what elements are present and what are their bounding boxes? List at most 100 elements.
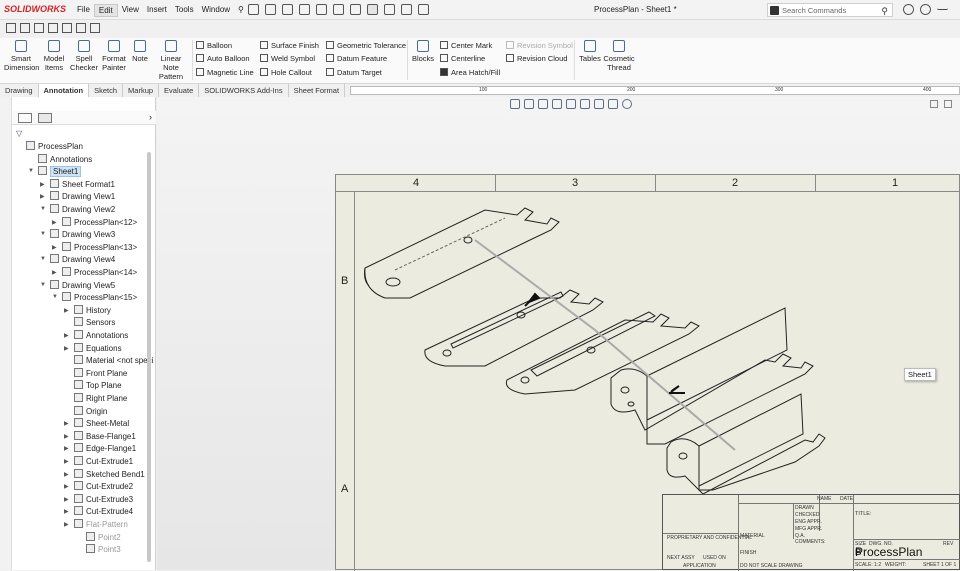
- tree-item[interactable]: ▶ ProcessPlan<14>: [52, 267, 137, 279]
- tree-item[interactable]: ▶ Annotations: [64, 330, 128, 342]
- tree-item[interactable]: Material <not speci: [74, 355, 153, 367]
- hole-callout-button[interactable]: Hole Callout: [260, 68, 312, 77]
- linear-note-pattern-button[interactable]: Linear Note Pattern: [152, 40, 190, 81]
- tree-item[interactable]: ▶ History: [64, 304, 111, 317]
- display-style-icon[interactable]: [594, 99, 604, 109]
- tree-item[interactable]: ▶ Flat-Pattern: [64, 519, 128, 531]
- tree-item[interactable]: ▼ Drawing View4: [40, 254, 115, 266]
- tree-item[interactable]: Annotations: [38, 153, 92, 166]
- cosmetic-thread-button[interactable]: Cosmetic Thread: [602, 40, 636, 72]
- undo-icon[interactable]: [333, 4, 344, 15]
- tree-item[interactable]: ▶ Cut-Extrude2: [64, 481, 133, 493]
- zoom-to-fit-icon[interactable]: [510, 99, 520, 109]
- save-icon[interactable]: [299, 4, 310, 15]
- collapse-arrow-icon[interactable]: ▼: [28, 168, 34, 174]
- blocks-button[interactable]: Blocks: [411, 40, 435, 63]
- section-view-icon[interactable]: [552, 99, 562, 109]
- balloon-button[interactable]: Balloon: [196, 41, 232, 50]
- tree-item[interactable]: ▼ Sheet1: [28, 166, 82, 178]
- expand-arrow-icon[interactable]: ▶: [52, 244, 57, 251]
- tree-item[interactable]: ▶ Equations: [64, 342, 122, 355]
- quick-tool-3-icon[interactable]: [34, 23, 44, 33]
- tree-item[interactable]: ▶ Cut-Extrude1: [64, 456, 133, 468]
- menu-insert[interactable]: Insert: [143, 4, 171, 17]
- collapse-arrow-icon[interactable]: ▼: [40, 282, 46, 288]
- filter-icon[interactable]: ▽: [16, 129, 22, 138]
- note-button[interactable]: Note: [129, 40, 151, 63]
- expand-arrow-icon[interactable]: ▶: [64, 521, 69, 528]
- tree-item[interactable]: ▶ Drawing View1: [40, 191, 115, 203]
- tree-item[interactable]: ▼ Drawing View2: [40, 204, 115, 216]
- weld-symbol-button[interactable]: Weld Symbol: [260, 54, 315, 63]
- open-icon[interactable]: [282, 4, 293, 15]
- expand-arrow-icon[interactable]: ▶: [64, 508, 69, 515]
- tree-item[interactable]: ▶ Sketched Bend1: [64, 468, 145, 481]
- tree-item[interactable]: ProcessPlan: [26, 141, 83, 153]
- tab-evaluate[interactable]: Evaluate: [159, 84, 200, 97]
- geometric-tolerance-button[interactable]: Geometric Tolerance: [326, 41, 406, 50]
- quick-tool-4-icon[interactable]: [48, 23, 58, 33]
- minimize-icon[interactable]: [937, 4, 948, 10]
- spell-checker-button[interactable]: Spell Checker: [69, 40, 99, 72]
- tree-item[interactable]: Sensors: [74, 317, 115, 329]
- quick-tool-5-icon[interactable]: [62, 23, 72, 33]
- tree-item[interactable]: ▶ Cut-Extrude3: [64, 493, 133, 506]
- tree-item[interactable]: Origin: [74, 405, 107, 418]
- collapse-arrow-icon[interactable]: ▼: [40, 256, 46, 262]
- collapse-arrow-icon[interactable]: ▼: [40, 206, 46, 212]
- revision-cloud-button[interactable]: Revision Cloud: [506, 54, 567, 63]
- new-document-icon[interactable]: [265, 4, 276, 15]
- surface-finish-button[interactable]: Surface Finish: [260, 41, 319, 50]
- tree-item[interactable]: Front Plane: [74, 367, 127, 380]
- tree-item[interactable]: Top Plane: [74, 380, 122, 392]
- tab-markup[interactable]: Markup: [123, 84, 160, 97]
- expand-arrow-icon[interactable]: ▶: [64, 307, 69, 314]
- property-manager-tab-icon[interactable]: [38, 113, 52, 123]
- maximize-window-icon[interactable]: [944, 100, 952, 108]
- previous-view-icon[interactable]: [538, 99, 548, 109]
- expand-arrow-icon[interactable]: ▶: [52, 219, 57, 226]
- expand-arrow-icon[interactable]: ▶: [64, 458, 69, 465]
- quick-tool-1-icon[interactable]: [6, 23, 16, 33]
- expand-arrow-icon[interactable]: ▶: [64, 345, 69, 352]
- tree-item[interactable]: ▼ ProcessPlan<15>: [52, 292, 137, 304]
- search-icon[interactable]: ⚲: [881, 6, 888, 17]
- tree-item[interactable]: ▶ ProcessPlan<13>: [52, 241, 137, 254]
- quick-tool-7-icon[interactable]: [90, 23, 100, 33]
- expand-arrow-icon[interactable]: ▶: [64, 420, 69, 427]
- tab-annotation[interactable]: Annotation: [38, 84, 90, 97]
- magnetic-line-button[interactable]: Magnetic Line: [196, 68, 254, 77]
- tile-window-icon[interactable]: [930, 100, 938, 108]
- menu-edit[interactable]: Edit: [93, 4, 118, 17]
- expand-arrow-icon[interactable]: ▶: [64, 471, 69, 478]
- panel-expand-icon[interactable]: ›: [149, 112, 152, 122]
- tree-item[interactable]: Point2: [86, 531, 121, 544]
- feature-manager-tab-icon[interactable]: [18, 113, 32, 123]
- tree-item[interactable]: Point3: [86, 544, 121, 556]
- tree-item[interactable]: ▼ Drawing View3: [40, 229, 115, 241]
- expand-arrow-icon[interactable]: ▶: [64, 433, 69, 440]
- appearance-icon[interactable]: [622, 99, 632, 109]
- rotate-icon[interactable]: [566, 99, 576, 109]
- tab-solidworks-add-ins[interactable]: SOLIDWORKS Add-Ins: [199, 84, 289, 97]
- tree-item[interactable]: ▶ Edge-Flange1: [64, 443, 136, 455]
- quick-tool-2-icon[interactable]: [20, 23, 30, 33]
- hide-show-icon[interactable]: [608, 99, 618, 109]
- tree-item[interactable]: ▼ Drawing View5: [40, 279, 115, 292]
- tree-item[interactable]: ▶ Sheet-Metal: [64, 418, 129, 430]
- expand-arrow-icon[interactable]: ▶: [64, 332, 69, 339]
- sheet-tab-label[interactable]: Sheet1: [904, 368, 936, 381]
- menu-view[interactable]: View: [118, 4, 143, 17]
- expand-arrow-icon[interactable]: ▶: [40, 193, 45, 200]
- tab-sheet-format[interactable]: Sheet Format: [289, 84, 346, 97]
- tree-scrollbar[interactable]: [147, 152, 151, 562]
- expand-arrow-icon[interactable]: ▶: [40, 181, 45, 188]
- area-hatch-button[interactable]: Area Hatch/Fill: [440, 68, 500, 77]
- user-icon[interactable]: [903, 4, 914, 15]
- expand-arrow-icon[interactable]: ▶: [64, 445, 69, 452]
- smart-dimension-button[interactable]: Smart Dimension: [4, 40, 39, 72]
- expand-arrow-icon[interactable]: ▶: [64, 483, 69, 490]
- pin-icon[interactable]: ⚲: [234, 4, 248, 17]
- tree-item[interactable]: Right Plane: [74, 393, 127, 405]
- tab-sketch[interactable]: Sketch: [89, 84, 124, 97]
